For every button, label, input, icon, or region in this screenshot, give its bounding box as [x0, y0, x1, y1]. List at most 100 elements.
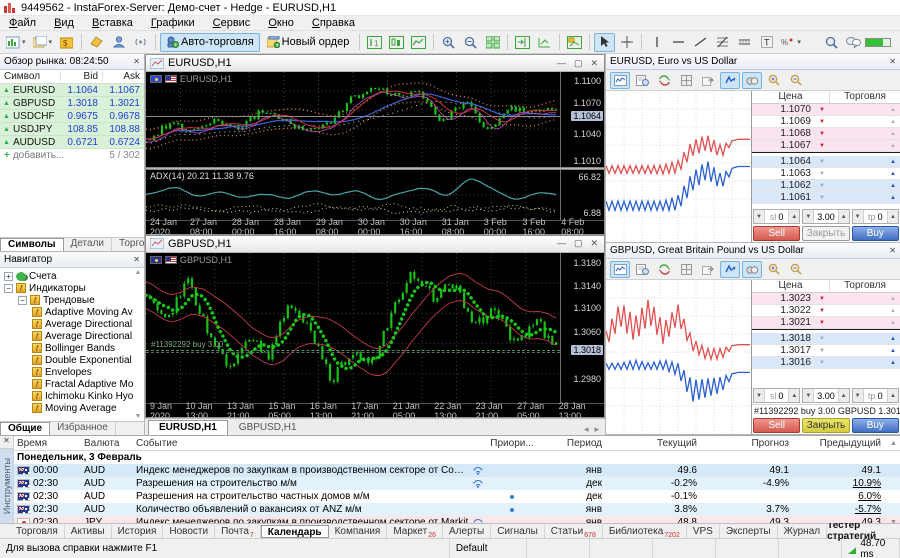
tab-scroll-right-icon[interactable]: ▸: [594, 424, 599, 435]
adx-pane[interactable]: ADX(14) 20.21 11.38 9.76 66.82 6.88: [146, 170, 604, 220]
text-button[interactable]: T: [756, 33, 777, 52]
gbpusd-window-titlebar[interactable]: GBPUSD,H1 —▢✕: [146, 236, 604, 253]
bid-row[interactable]: 1.3017▼▲: [752, 345, 900, 357]
close-icon[interactable]: ✕: [590, 58, 598, 69]
status-connection[interactable]: 48.70 ms: [842, 539, 900, 558]
tp-stepper[interactable]: ▼tp0▲: [852, 209, 899, 224]
dom-zoom-out-button[interactable]: [786, 72, 806, 89]
dom-zoom-out-button[interactable]: [786, 261, 806, 278]
increment-icon[interactable]: ▲: [887, 210, 898, 223]
up-chevron-icon[interactable]: ▲: [886, 296, 900, 302]
chat-button[interactable]: [843, 33, 864, 52]
ask-row[interactable]: 1.3023▼▲: [752, 293, 900, 305]
toolbox-vertical-title[interactable]: Инструменты: [0, 449, 13, 523]
export-button[interactable]: [698, 72, 718, 89]
bid-row[interactable]: 1.1064▼▲: [752, 156, 900, 168]
chart-tab-eurusd[interactable]: EURUSD,H1: [148, 420, 228, 435]
refresh-button[interactable]: [654, 261, 674, 278]
tab-symbols[interactable]: Символы: [0, 238, 64, 251]
calendar-event-row[interactable]: 02:30 AUD Разрешения на строительство м/…: [14, 477, 900, 490]
zoom-in-button[interactable]: [438, 33, 459, 52]
buy-chevron-icon[interactable]: ▲: [886, 195, 900, 201]
status-profile[interactable]: Default: [450, 539, 527, 558]
sl-value[interactable]: 0: [778, 391, 783, 401]
tree-item-indicator[interactable]: fEnvelopes: [0, 366, 144, 378]
sell-button[interactable]: Sell: [753, 418, 800, 433]
menu-insert[interactable]: Вставка: [83, 17, 142, 29]
new-order-button[interactable]: +Новый ордер: [261, 33, 356, 52]
close-icon[interactable]: ✕: [889, 57, 896, 66]
calendar-event-row[interactable]: 00:00 AUD Индекс менеджеров по закупкам …: [14, 464, 900, 477]
sell-chevron-icon[interactable]: ▼: [814, 296, 830, 302]
tab-experts[interactable]: Эксперты: [720, 525, 778, 538]
bid-row[interactable]: 1.3016▼▲: [752, 357, 900, 369]
zoom-out-button[interactable]: [460, 33, 481, 52]
down-chevron-icon[interactable]: ▼: [814, 171, 830, 177]
increment-icon[interactable]: ▲: [838, 210, 849, 223]
decrement-icon[interactable]: ▼: [853, 210, 864, 223]
buy-chevron-icon[interactable]: ▲: [886, 336, 900, 342]
tree-item-indicators[interactable]: −fИндикаторы: [0, 282, 144, 294]
eurusd-plot[interactable]: EURUSD,H1: [146, 72, 560, 167]
market-watch-button[interactable]: $: [56, 33, 77, 52]
new-chart-button[interactable]: ▾: [3, 33, 29, 52]
up-chevron-icon[interactable]: ▲: [886, 320, 900, 326]
sell-chevron-icon[interactable]: ▼: [814, 308, 830, 314]
maximize-icon[interactable]: ▢: [574, 238, 583, 249]
tab-trade[interactable]: Торговля: [10, 525, 65, 538]
open-position-row[interactable]: #11392292 buy 3.00 GBPUSD 1.3018 ▼: [752, 404, 900, 417]
tab-mail[interactable]: Почта7: [215, 525, 261, 538]
ask-row[interactable]: 1.1067▼▲: [752, 140, 900, 152]
tab-calendar[interactable]: Календарь: [261, 525, 329, 538]
up-chevron-icon[interactable]: ▲: [886, 107, 900, 113]
sell-chevron-icon[interactable]: ▼: [814, 143, 830, 149]
tree-item-indicator[interactable]: fDouble Exponential: [0, 354, 144, 366]
fibonacci-button[interactable]: [712, 33, 733, 52]
volumes-button[interactable]: [742, 261, 762, 278]
sl-value[interactable]: 0: [778, 212, 783, 222]
depth-history-button[interactable]: [632, 72, 652, 89]
gbpusd-time-axis[interactable]: 9 Jan 202010 Jan 13:0013 Jan 21:0015 Jan…: [146, 403, 604, 417]
tab-assets[interactable]: Активы: [65, 525, 112, 538]
tree-item-trend[interactable]: −fТрендовые: [0, 294, 144, 306]
tree-item-indicator[interactable]: fAverage Directional: [0, 330, 144, 342]
dom-zoom-in-button[interactable]: [764, 261, 784, 278]
close-icon[interactable]: ✕: [133, 255, 140, 264]
cursor-button[interactable]: [594, 33, 615, 52]
tree-item-accounts[interactable]: +Счета: [0, 270, 144, 282]
collapse-icon[interactable]: −: [4, 284, 13, 293]
buy-chevron-icon[interactable]: ▲: [886, 183, 900, 189]
buy-chevron-icon[interactable]: ▲: [886, 360, 900, 366]
tab-history[interactable]: История: [112, 525, 164, 538]
col-event[interactable]: Событие: [136, 438, 472, 449]
col-symbol[interactable]: Символ: [0, 71, 60, 82]
tick-chart-button[interactable]: [610, 72, 630, 89]
sell-chevron-icon[interactable]: ▼: [814, 131, 830, 137]
export-button[interactable]: [698, 261, 718, 278]
navigator-button[interactable]: [108, 33, 129, 52]
adx-plot[interactable]: ADX(14) 20.21 11.38 9.76: [146, 170, 560, 220]
up-chevron-icon[interactable]: ▲: [886, 308, 900, 314]
symbol-row[interactable]: ▲GBPUSD 1.3018 1.3021: [0, 97, 144, 110]
tab-market[interactable]: Маркет26: [387, 525, 443, 538]
eurusd-main-pane[interactable]: EURUSD,H1 1.1100 1.1070 1.1040 1.1010 1.…: [146, 72, 604, 167]
buy-button[interactable]: Buy: [852, 226, 899, 241]
calendar-event-row[interactable]: 02:30 JPY Индекс менеджеров по закупкам …: [14, 516, 900, 523]
symbol-row[interactable]: ▲AUDUSD 0.6721 0.6724: [0, 136, 144, 149]
adx-scale[interactable]: 66.82 6.88: [560, 170, 604, 220]
tree-item-indicator[interactable]: fAdaptive Moving Av: [0, 306, 144, 318]
tab-common[interactable]: Общие: [0, 422, 50, 435]
decrement-icon[interactable]: ▼: [754, 210, 765, 223]
chart-tab-gbpusd[interactable]: GBPUSD,H1: [228, 420, 308, 435]
buy-button[interactable]: Buy: [852, 418, 899, 433]
refresh-button[interactable]: [654, 72, 674, 89]
volumes-button[interactable]: [742, 72, 762, 89]
tick-chart-button[interactable]: [610, 261, 630, 278]
menu-help[interactable]: Справка: [303, 17, 364, 29]
columns-button[interactable]: [676, 261, 696, 278]
bid-row[interactable]: 1.1062▼▲: [752, 180, 900, 192]
bar-chart-button[interactable]: 1: [364, 33, 385, 52]
tab-details[interactable]: Детали: [64, 238, 112, 251]
sl-stepper[interactable]: ▼sl0▲: [753, 388, 800, 403]
search-button[interactable]: [821, 33, 842, 52]
